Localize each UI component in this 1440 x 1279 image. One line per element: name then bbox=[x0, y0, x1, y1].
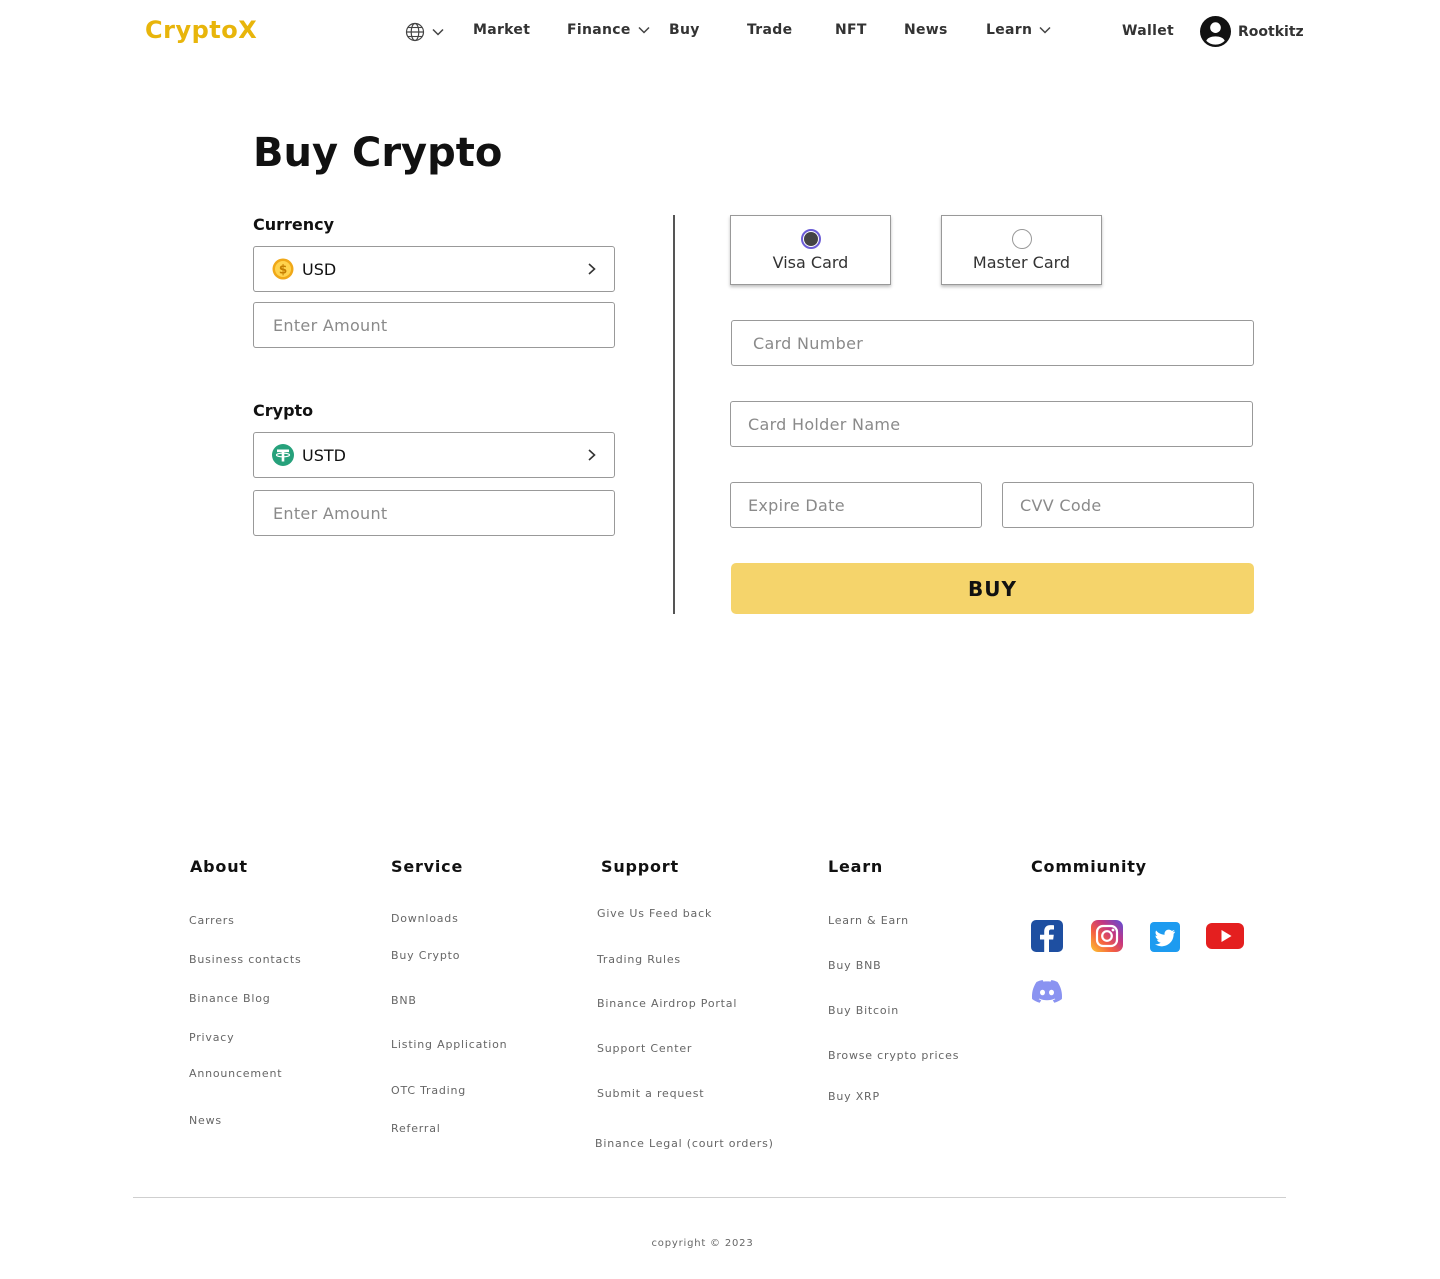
svg-text:$: $ bbox=[279, 263, 287, 277]
nav-learn-label: Learn bbox=[986, 22, 1033, 38]
footer-link[interactable]: Buy BNB bbox=[828, 959, 881, 972]
footer-learn-heading: Learn bbox=[828, 857, 884, 876]
footer-link[interactable]: Buy Crypto bbox=[391, 949, 460, 962]
nav-nft-label: NFT bbox=[835, 22, 867, 38]
chevron-down-icon bbox=[432, 28, 444, 36]
footer-link[interactable]: Browse crypto prices bbox=[828, 1049, 959, 1062]
avatar-icon bbox=[1200, 16, 1231, 47]
globe-icon bbox=[405, 22, 425, 42]
footer-link[interactable]: Buy Bitcoin bbox=[828, 1004, 899, 1017]
footer-link[interactable]: Business contacts bbox=[189, 953, 302, 966]
footer-link[interactable]: Binance Airdrop Portal bbox=[597, 997, 737, 1010]
footer-link[interactable]: Binance Blog bbox=[189, 992, 271, 1005]
footer-link[interactable]: Announcement bbox=[189, 1067, 282, 1080]
visa-card-option[interactable]: Visa Card bbox=[730, 215, 891, 285]
visa-radio[interactable] bbox=[800, 228, 821, 249]
card-number-input[interactable] bbox=[731, 320, 1254, 366]
footer-link[interactable]: News bbox=[189, 1114, 222, 1127]
footer-link[interactable]: Referral bbox=[391, 1122, 441, 1135]
footer-divider bbox=[133, 1197, 1286, 1198]
footer-link[interactable]: OTC Trading bbox=[391, 1084, 466, 1097]
master-radio[interactable] bbox=[1011, 228, 1032, 249]
visa-card-label: Visa Card bbox=[772, 252, 849, 272]
footer-link[interactable]: Carrers bbox=[189, 914, 235, 927]
crypto-amount-input[interactable] bbox=[253, 490, 615, 536]
footer-link[interactable]: Buy XRP bbox=[828, 1090, 880, 1103]
nav-trade[interactable]: Trade bbox=[747, 22, 792, 38]
nav-finance[interactable]: Finance bbox=[567, 22, 651, 38]
nav-buy[interactable]: Buy bbox=[669, 22, 700, 38]
copyright-text: copyright © 2023 bbox=[651, 1238, 754, 1249]
nav-learn[interactable]: Learn bbox=[986, 22, 1052, 38]
nav-buy-label: Buy bbox=[669, 22, 700, 38]
master-card-option[interactable]: Master Card bbox=[941, 215, 1102, 285]
chevron-right-icon bbox=[588, 449, 596, 461]
footer-link[interactable]: BNB bbox=[391, 994, 417, 1007]
nav-news[interactable]: News bbox=[904, 22, 948, 38]
crypto-value: USTD bbox=[302, 445, 346, 465]
footer-about-heading: About bbox=[190, 857, 248, 876]
nav-market[interactable]: Market bbox=[473, 22, 530, 38]
username: Rootkitz bbox=[1238, 23, 1304, 40]
currency-label: Currency bbox=[253, 215, 335, 234]
crypto-select[interactable]: USTD bbox=[253, 432, 615, 478]
facebook-icon[interactable] bbox=[1030, 920, 1064, 952]
currency-amount-input[interactable] bbox=[253, 302, 615, 348]
footer-link[interactable]: Listing Application bbox=[391, 1038, 507, 1051]
nav-news-label: News bbox=[904, 22, 948, 38]
master-card-label: Master Card bbox=[972, 252, 1071, 272]
crypto-label: Crypto bbox=[253, 401, 314, 420]
cvv-input[interactable] bbox=[1002, 482, 1254, 528]
language-selector[interactable] bbox=[405, 22, 445, 42]
tether-icon bbox=[272, 444, 294, 466]
nav-trade-label: Trade bbox=[747, 22, 793, 38]
discord-icon[interactable] bbox=[1030, 974, 1064, 1006]
chevron-down-icon bbox=[1039, 26, 1051, 34]
vertical-divider bbox=[673, 215, 675, 614]
youtube-icon[interactable] bbox=[1206, 920, 1244, 952]
footer-community-heading: Commiunity bbox=[1031, 857, 1147, 876]
footer-link[interactable]: Give Us Feed back bbox=[597, 907, 712, 920]
nav-wallet-label: Wallet bbox=[1122, 23, 1174, 39]
twitter-icon[interactable] bbox=[1148, 921, 1182, 953]
footer-link[interactable]: Binance Legal (court orders) bbox=[595, 1137, 774, 1150]
footer-service-heading: Service bbox=[391, 857, 464, 876]
user-menu[interactable]: Rootkitz bbox=[1200, 16, 1304, 47]
footer-link[interactable]: Learn & Earn bbox=[828, 914, 909, 927]
footer-link[interactable]: Submit a request bbox=[597, 1087, 704, 1100]
buy-button[interactable]: BUY bbox=[731, 563, 1254, 614]
nav-wallet[interactable]: Wallet bbox=[1122, 23, 1174, 39]
nav-nft[interactable]: NFT bbox=[835, 22, 867, 38]
footer-link[interactable]: Privacy bbox=[189, 1031, 234, 1044]
instagram-icon[interactable] bbox=[1090, 920, 1124, 952]
footer-link[interactable]: Trading Rules bbox=[597, 953, 681, 966]
card-holder-input[interactable] bbox=[730, 401, 1253, 447]
brand-logo[interactable]: CryptoX bbox=[145, 16, 257, 44]
page-title: Buy Crypto bbox=[253, 130, 503, 176]
expire-date-input[interactable] bbox=[730, 482, 982, 528]
nav-market-label: Market bbox=[473, 22, 531, 38]
nav-finance-label: Finance bbox=[567, 22, 631, 38]
currency-value: USD bbox=[302, 259, 337, 279]
chevron-right-icon bbox=[588, 263, 596, 275]
footer-link[interactable]: Support Center bbox=[597, 1042, 692, 1055]
footer-support-heading: Support bbox=[601, 857, 679, 876]
chevron-down-icon bbox=[638, 26, 650, 34]
dollar-coin-icon: $ bbox=[272, 258, 294, 280]
currency-select[interactable]: $ USD bbox=[253, 246, 615, 292]
footer-link[interactable]: Downloads bbox=[391, 912, 459, 925]
